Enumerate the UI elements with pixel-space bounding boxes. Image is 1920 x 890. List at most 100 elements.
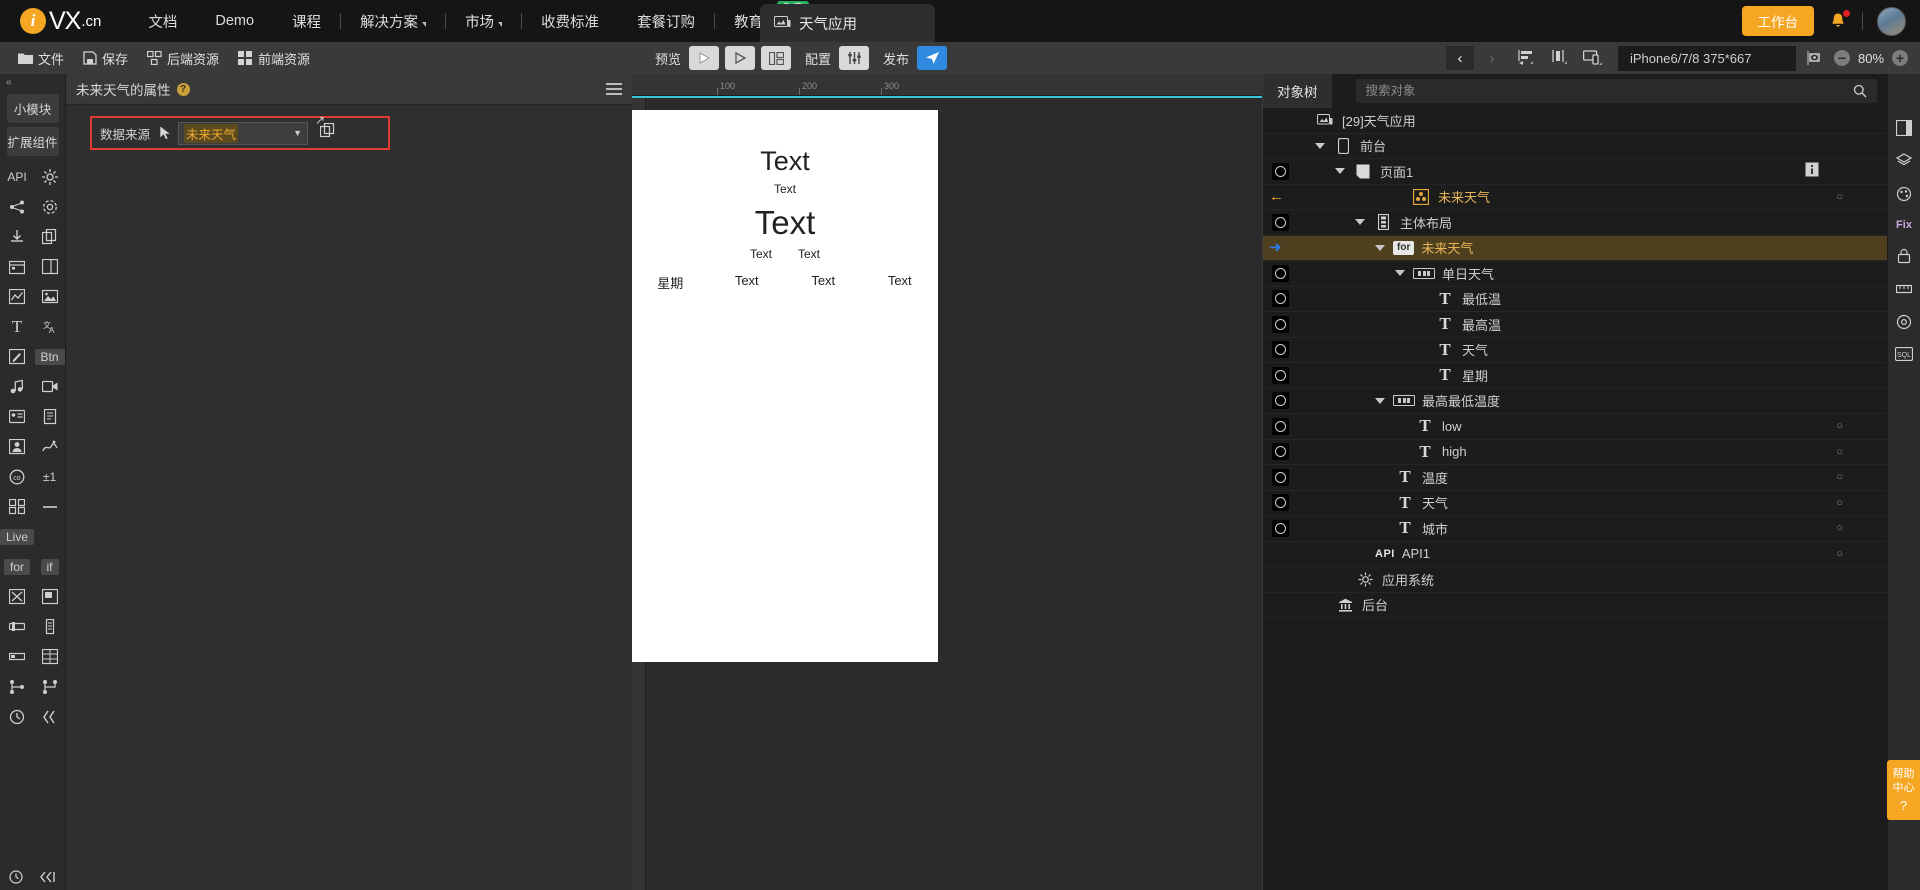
tree-row[interactable]: T 最低温 (1263, 287, 1887, 312)
visibility-toggle[interactable] (1263, 213, 1297, 231)
nav-item-docs[interactable]: 文档 (129, 0, 196, 42)
collapse-icon[interactable] (34, 706, 65, 728)
split-view-button[interactable] (761, 46, 792, 70)
visibility-toggle[interactable] (1263, 162, 1297, 180)
chevron-down-icon[interactable] (1375, 244, 1385, 251)
clock-icon[interactable] (0, 706, 34, 728)
search-icon[interactable] (1853, 84, 1867, 98)
fix-icon[interactable]: Fix (1896, 219, 1912, 231)
visibility-toggle[interactable] (1263, 264, 1297, 282)
visibility-toggle[interactable] (1263, 315, 1297, 333)
rail-item-btn[interactable]: Btn (34, 346, 65, 368)
tree-row[interactable]: Tlow ○ (1263, 414, 1887, 440)
zoom-in-button[interactable]: + (1892, 50, 1908, 66)
tree-row[interactable]: T 星期 (1263, 363, 1887, 389)
lock-icon[interactable] (1897, 248, 1911, 264)
chevron-down-icon[interactable] (1395, 270, 1405, 277)
fork-icon[interactable] (34, 676, 65, 698)
minus-icon[interactable] (34, 496, 65, 518)
search-input[interactable] (1365, 84, 1853, 98)
device-selector[interactable]: iPhone6/7/8 375*667 (1618, 45, 1796, 71)
bar-icon[interactable] (0, 646, 34, 668)
tree-row[interactable]: T 温度 ○ (1263, 465, 1887, 491)
rail-chip-extensions[interactable]: 扩展组件 (6, 127, 59, 156)
cross-icon[interactable] (0, 586, 34, 608)
collapse-icon[interactable] (39, 871, 58, 883)
sliders-button[interactable] (839, 46, 870, 70)
signature-icon[interactable] (34, 436, 65, 458)
nav-item-courses[interactable]: 课程 (273, 0, 340, 42)
info-icon[interactable] (1805, 162, 1819, 180)
branch-icon[interactable] (0, 676, 34, 698)
panel-icon[interactable] (1896, 120, 1912, 136)
ruler-icon[interactable] (1896, 281, 1912, 297)
selected-arrow-icon[interactable]: ➜ (1269, 240, 1282, 255)
ivx-logo[interactable]: i VX .cn (20, 7, 101, 36)
tree-row[interactable]: 页面1 (1263, 159, 1887, 185)
help-icon[interactable]: ? (176, 82, 190, 96)
backend-resource-button[interactable]: 后端资源 (139, 46, 227, 71)
tree-row[interactable]: T 最高温 (1263, 312, 1887, 338)
nav-item-plans[interactable]: 套餐订购 (618, 0, 714, 42)
phone-preview[interactable]: Text Text Text Text Text 星期 Text Text Te… (632, 110, 938, 662)
tree-row[interactable]: 前台 (1263, 134, 1887, 159)
rail-collapse-button[interactable]: « (0, 74, 65, 90)
tree-row[interactable]: 应用系统 (1263, 567, 1887, 593)
rail-item-t[interactable]: T (0, 316, 34, 338)
visibility-toggle[interactable] (1263, 443, 1297, 461)
visibility-toggle[interactable] (1263, 519, 1297, 537)
tree-row[interactable]: T 天气 ○ (1263, 491, 1887, 516)
preview-eye-button[interactable] (1800, 45, 1830, 71)
row-status-dot[interactable]: ○ (1836, 420, 1843, 432)
design-canvas[interactable]: 100200300 100200300400500600700 Text Tex… (632, 74, 1262, 890)
tree-row[interactable]: Thigh ○ (1263, 440, 1887, 465)
window-icon[interactable] (34, 586, 65, 608)
tree-row[interactable]: T 天气 (1263, 338, 1887, 363)
tree-row[interactable]: ← 未来天气 ○ (1263, 185, 1887, 210)
rail-item-for[interactable]: for (0, 556, 34, 578)
data-source-select[interactable]: 未来天气 ▼ ↗ (178, 113, 325, 145)
table-icon[interactable] (34, 646, 65, 668)
file-button[interactable]: 文件 (10, 46, 72, 71)
note-icon[interactable] (34, 406, 65, 428)
pen-icon[interactable] (0, 346, 34, 368)
notifications-button[interactable] (1828, 10, 1850, 31)
visibility-toggle[interactable] (1263, 468, 1297, 486)
nav-item-solutions[interactable]: 解决方案 (341, 0, 445, 42)
send-button[interactable] (917, 46, 948, 70)
nav-item-demo[interactable]: Demo (196, 0, 273, 42)
avatar[interactable] (1877, 6, 1906, 36)
video-icon[interactable] (34, 376, 65, 398)
help-center-button[interactable]: 帮助中心 ? (1887, 760, 1920, 820)
sql-icon[interactable]: SQL (1895, 347, 1913, 361)
tree-row[interactable]: T 城市 ○ (1263, 516, 1887, 542)
responsive-button[interactable] (1578, 45, 1608, 71)
row-status-dot[interactable]: ○ (1836, 548, 1843, 560)
chevron-down-icon[interactable] (1355, 219, 1365, 226)
tree-row[interactable]: [29]天气应用 (1263, 108, 1887, 134)
share-icon[interactable] (0, 196, 34, 218)
list-icon[interactable] (34, 616, 65, 638)
contact-icon[interactable] (0, 436, 34, 458)
chart-icon[interactable] (0, 286, 34, 308)
settings-icon[interactable] (34, 196, 65, 218)
row-status-dot[interactable]: ○ (1836, 522, 1843, 534)
forward-button[interactable]: › (1478, 46, 1506, 70)
tree-row[interactable]: ➜ for 未来天气 (1263, 235, 1887, 261)
calendar-icon[interactable] (0, 256, 34, 278)
rail-item-api[interactable]: API (0, 166, 34, 188)
card-icon[interactable] (0, 406, 34, 428)
cursor-pointer-icon[interactable] (158, 125, 174, 141)
nav-item-market[interactable]: 市场 (446, 0, 521, 42)
tab-object-tree[interactable]: 对象树 (1263, 74, 1332, 108)
row-status-dot[interactable]: ○ (1836, 446, 1843, 458)
palette-icon[interactable] (1896, 186, 1912, 202)
play-alt-button[interactable] (725, 46, 756, 70)
rail-item-if[interactable]: if (34, 556, 65, 578)
row-status-dot[interactable]: ○ (1836, 471, 1843, 483)
layers-icon[interactable] (1896, 153, 1912, 169)
tree-row[interactable]: 单日天气 (1263, 261, 1887, 287)
grid-icon[interactable] (0, 496, 34, 518)
visibility-toggle[interactable] (1263, 392, 1297, 410)
tree-row[interactable]: 最高最低温度 (1263, 389, 1887, 414)
